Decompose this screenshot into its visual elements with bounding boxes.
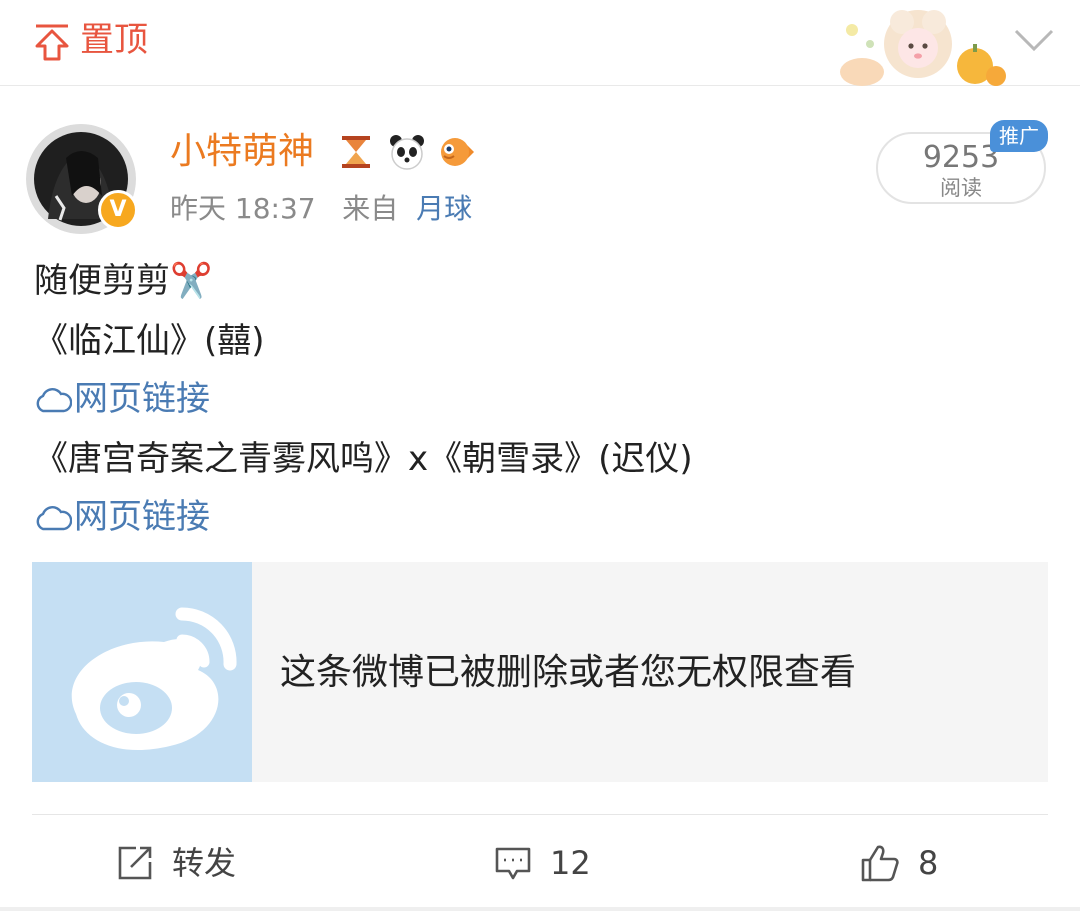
repost-thumbnail [32, 562, 252, 782]
post-line-2: 《临江仙》(囍) [34, 321, 265, 361]
web-link-1[interactable]: 网页链接 [34, 374, 210, 424]
repost-label: 转发 [172, 844, 237, 882]
thumbs-up-icon [861, 845, 899, 882]
author-badges [336, 132, 484, 172]
like-count: 8 [918, 844, 939, 882]
fish-icon [438, 132, 478, 172]
post-source[interactable]: 月球 [416, 192, 472, 225]
web-link-2[interactable]: 网页链接 [34, 492, 210, 542]
like-button[interactable]: 8 [860, 838, 938, 888]
comment-count: 12 [550, 844, 591, 882]
promote-tag[interactable]: 推广 [990, 120, 1048, 152]
source-prefix: 来自 [342, 192, 399, 225]
chevron-down-icon[interactable] [1012, 22, 1056, 56]
comment-button[interactable]: 12 [494, 838, 591, 888]
post-time: 昨天 18:37 [170, 192, 316, 225]
author-name[interactable]: 小特萌神 [170, 128, 314, 176]
action-divider [32, 814, 1048, 815]
verified-badge: V [98, 190, 138, 230]
pinned-label: 置顶 [80, 20, 148, 60]
panda-icon [387, 132, 427, 172]
web-link-label: 网页链接 [74, 497, 210, 537]
cloud-link-icon [36, 505, 72, 530]
post-line-4: 《唐宫奇案之青雾风鸣》x《朝雪录》(迟仪) [34, 439, 693, 479]
read-label: 阅读 [940, 176, 982, 200]
pinned-header: 置顶 [0, 0, 1080, 86]
web-link-label: 网页链接 [74, 379, 210, 419]
comment-icon [495, 847, 531, 880]
repost-card[interactable]: 这条微博已被删除或者您无权限查看 [32, 562, 1048, 782]
post-line-1: 随便剪剪✂️ [34, 261, 213, 301]
sheep-decoration-icon [840, 10, 1006, 86]
share-icon [118, 846, 152, 880]
repost-deleted-notice: 这条微博已被删除或者您无权限查看 [280, 652, 857, 693]
weibo-logo-icon [71, 607, 237, 751]
post-meta: 昨天 18:37 来自 月球 [170, 188, 472, 230]
repost-button[interactable]: 转发 [116, 838, 236, 888]
cloud-link-icon [36, 387, 72, 412]
hourglass-icon [336, 132, 376, 172]
pin-top-icon [35, 24, 69, 61]
bottom-edge [0, 907, 1080, 911]
